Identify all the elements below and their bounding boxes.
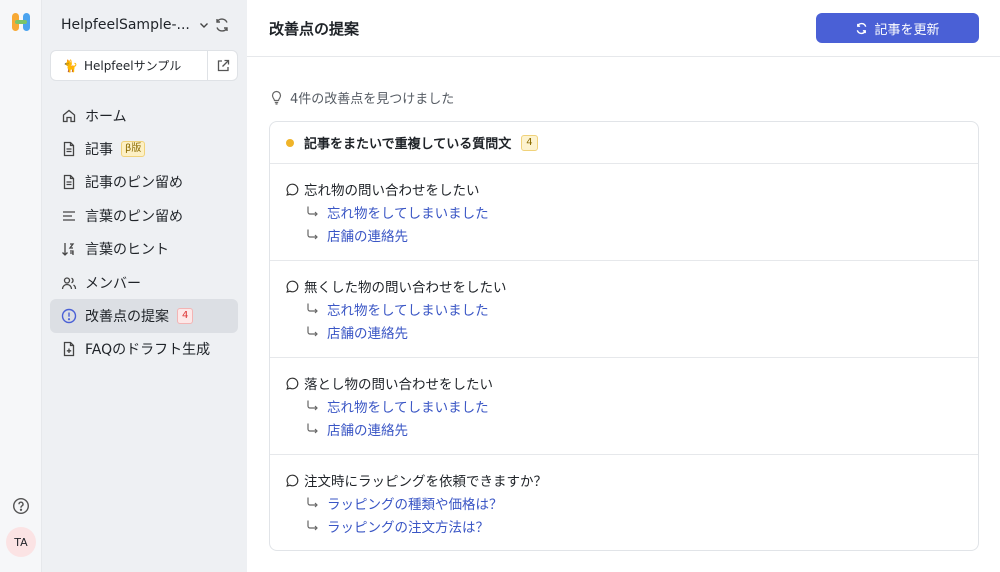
sidebar-item-label: ホーム — [85, 108, 127, 125]
question-text: 忘れ物の問い合わせをしたい — [304, 183, 480, 199]
corner-down-right-icon — [307, 520, 318, 531]
sidebar-item-home[interactable]: ホーム — [50, 99, 238, 132]
update-articles-label: 記事を更新 — [874, 22, 940, 38]
sidebar-item-articles[interactable]: 記事 β版 — [50, 132, 238, 165]
sort-icon — [62, 243, 75, 257]
sidebar-item-faq-draft[interactable]: FAQのドラフト生成 — [50, 333, 238, 366]
question-item: 落とし物の問い合わせをしたい — [286, 372, 978, 394]
site-link[interactable]: 🐈 Helpfeelサンプル — [51, 51, 207, 80]
article-link[interactable]: ラッピングの注文方法は？ — [327, 516, 489, 536]
article-link[interactable]: 店舗の連絡先 — [327, 225, 408, 245]
corner-down-right-icon — [307, 326, 318, 337]
question-text: 無くした物の問い合わせをしたい — [304, 280, 507, 296]
corner-down-right-icon — [307, 229, 318, 240]
site-selector: 🐈 Helpfeelサンプル — [50, 50, 238, 81]
cat-icon: 🐈 — [63, 58, 78, 73]
article-link[interactable]: ラッピングの種類や価格は？ — [327, 493, 503, 513]
sidebar-item-word-pins[interactable]: 言葉のピン留め — [50, 199, 238, 232]
question-item: 無くした物の問い合わせをしたい — [286, 275, 978, 297]
article-link[interactable]: 忘れ物をしてしまいました — [327, 396, 489, 416]
sidebar-item-article-pins[interactable]: 記事のピン留め — [50, 166, 238, 199]
corner-down-right-icon — [307, 303, 318, 314]
user-avatar[interactable]: TA — [6, 527, 36, 557]
file-plus-icon — [63, 342, 75, 357]
update-articles-button[interactable]: 記事を更新 — [816, 13, 979, 43]
article-link-row: 店舗の連絡先 — [286, 417, 978, 440]
sidebar: HelpfeelSample-... 🐈 Helpfeelサンプル ホーム 記事… — [42, 0, 247, 572]
suggestion-count-badge: 4 — [521, 134, 538, 151]
sidebar-item-label: 言葉のピン留め — [85, 208, 183, 225]
open-site-button[interactable] — [207, 51, 237, 80]
app-rail: TA — [0, 0, 42, 572]
beta-badge: β版 — [121, 141, 146, 158]
duplicate-question-group: 注文時にラッピングを依頼できますか？ ラッピングの種類や価格は？ ラッピングの注… — [270, 455, 978, 550]
question-item: 注文時にラッピングを依頼できますか？ — [286, 469, 978, 491]
article-link-row: 店舗の連絡先 — [286, 320, 978, 343]
sidebar-item-suggestions[interactable]: 改善点の提案 4 — [50, 299, 238, 333]
duplicate-question-group: 落とし物の問い合わせをしたい 忘れ物をしてしまいました 店舗の連絡先 — [270, 358, 978, 455]
question-item: 忘れ物の問い合わせをしたい — [286, 178, 978, 200]
chevron-down-icon — [199, 23, 208, 28]
help-icon[interactable] — [12, 497, 30, 515]
workspace-selector-row: HelpfeelSample-... — [61, 12, 231, 38]
summary-text: 4件の改善点を見つけました — [290, 92, 455, 107]
page-title: 改善点の提案 — [269, 20, 360, 38]
article-link[interactable]: 忘れ物をしてしまいました — [327, 202, 489, 222]
duplicate-question-group: 無くした物の問い合わせをしたい 忘れ物をしてしまいました 店舗の連絡先 — [270, 261, 978, 358]
chat-bubble-icon — [286, 280, 299, 293]
site-name: Helpfeelサンプル — [83, 59, 182, 73]
article-link[interactable]: 店舗の連絡先 — [327, 322, 408, 342]
article-link[interactable]: 店舗の連絡先 — [327, 419, 408, 439]
article-link[interactable]: 忘れ物をしてしまいました — [327, 299, 489, 319]
question-text: 注文時にラッピングを依頼できますか？ — [304, 474, 547, 490]
suggestion-card: 記事をまたいで重複している質問文 4 忘れ物の問い合わせをしたい 忘れ物をしてし… — [269, 121, 979, 551]
duplicate-question-group: 忘れ物の問い合わせをしたい 忘れ物をしてしまいました 店舗の連絡先 — [270, 164, 978, 261]
article-link-row: ラッピングの種類や価格は？ — [286, 491, 978, 514]
external-link-icon — [217, 59, 229, 71]
document-icon — [63, 175, 75, 190]
sidebar-item-label: 言葉のヒント — [85, 242, 169, 259]
helpfeel-logo-icon[interactable] — [11, 12, 31, 32]
sidebar-item-members[interactable]: メンバー — [50, 266, 238, 299]
sidebar-item-label: 記事のピン留め — [85, 175, 183, 192]
workspace-selector[interactable]: HelpfeelSample-... — [61, 17, 210, 33]
document-icon — [63, 141, 75, 157]
text-lines-icon — [63, 211, 75, 221]
users-icon — [61, 276, 77, 289]
topbar: 改善点の提案 記事を更新 — [247, 0, 1000, 57]
sidebar-item-label: 改善点の提案 — [85, 309, 169, 326]
suggestion-header[interactable]: 記事をまたいで重複している質問文 4 — [270, 122, 978, 164]
corner-down-right-icon — [307, 497, 318, 508]
sidebar-nav: ホーム 記事 β版 記事のピン留め 言葉のピン留め 言葉のヒント メンバー 改善… — [50, 99, 238, 366]
sidebar-item-label: 記事 — [85, 142, 113, 159]
sidebar-item-label: FAQのドラフト生成 — [85, 342, 211, 359]
question-text: 落とし物の問い合わせをしたい — [304, 377, 493, 393]
article-link-row: 忘れ物をしてしまいました — [286, 297, 978, 320]
suggestion-title: 記事をまたいで重複している質問文 — [304, 137, 512, 152]
suggestion-count-badge: 4 — [177, 308, 194, 325]
article-link-row: 忘れ物をしてしまいました — [286, 394, 978, 417]
home-icon — [62, 109, 76, 122]
lightbulb-icon — [271, 90, 282, 105]
corner-down-right-icon — [307, 423, 318, 434]
sidebar-item-word-hints[interactable]: 言葉のヒント — [50, 233, 238, 266]
refresh-icon[interactable] — [213, 16, 231, 34]
chat-bubble-icon — [286, 183, 299, 196]
main-content: 改善点の提案 記事を更新 4件の改善点を見つけました 記事をまたいで重複している… — [247, 0, 1000, 572]
article-link-row: 忘れ物をしてしまいました — [286, 200, 978, 223]
chat-bubble-icon — [286, 474, 299, 487]
refresh-icon — [857, 22, 867, 34]
article-link-row: ラッピングの注文方法は？ — [286, 514, 978, 537]
corner-down-right-icon — [307, 206, 318, 217]
alert-circle-icon — [61, 308, 77, 324]
summary: 4件の改善点を見つけました — [269, 88, 454, 107]
chat-bubble-icon — [286, 377, 299, 390]
corner-down-right-icon — [307, 400, 318, 411]
sidebar-item-label: メンバー — [85, 275, 141, 292]
article-link-row: 店舗の連絡先 — [286, 223, 978, 246]
workspace-name: HelpfeelSample-... — [61, 17, 190, 33]
warning-dot-icon — [286, 138, 294, 147]
